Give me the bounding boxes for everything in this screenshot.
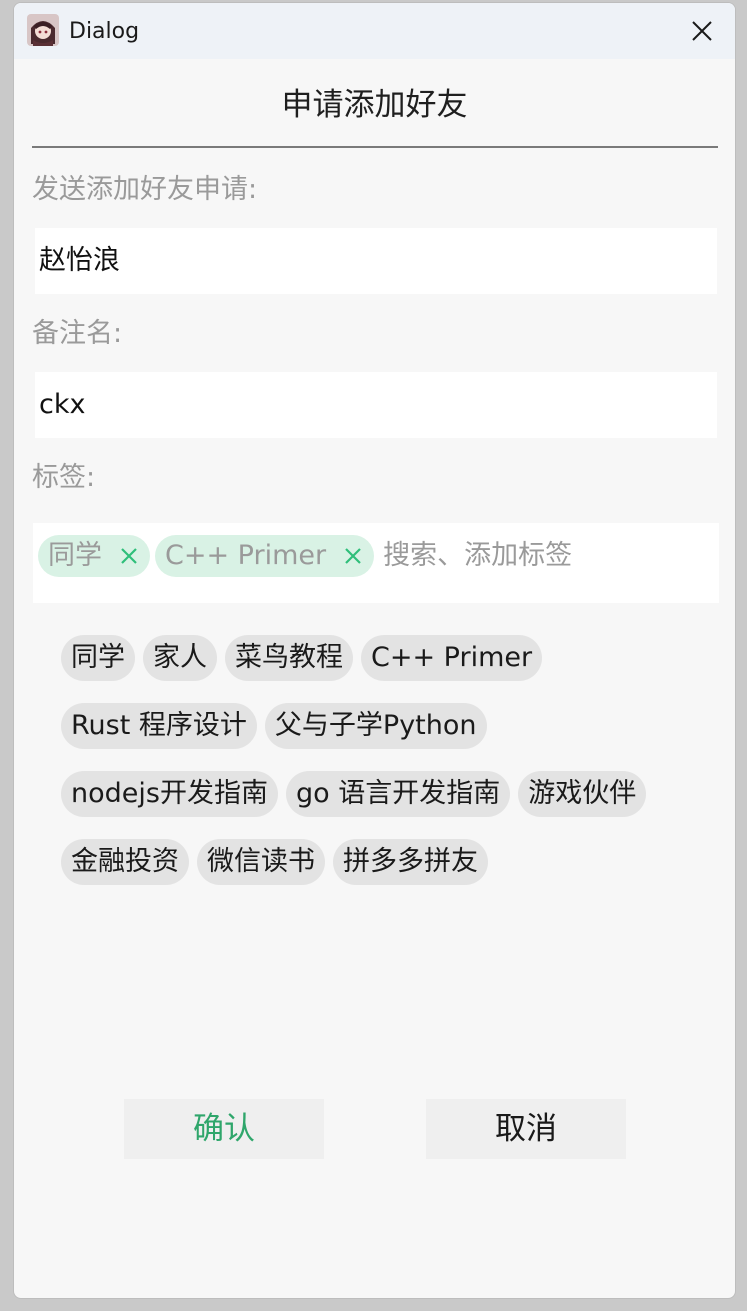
tag-chip[interactable]: 菜鸟教程 — [225, 635, 353, 681]
tag-chip[interactable]: go 语言开发指南 — [285, 771, 511, 817]
confirm-button[interactable]: 确认 — [124, 1099, 324, 1159]
tag-chip[interactable]: 游戏伙伴 — [518, 771, 647, 817]
tag-input-box[interactable]: 同学 C++ Primer — [33, 523, 719, 603]
selected-tag-label: 同学 — [48, 540, 102, 571]
close-window-button[interactable] — [669, 3, 735, 59]
tag-chip[interactable]: 微信读书 — [197, 839, 325, 885]
send-request-label: 发送添加好友申请: — [32, 174, 258, 205]
dialog-heading: 申请添加好友 — [281, 87, 468, 123]
tag-chip[interactable]: 同学 — [61, 635, 135, 681]
close-icon — [692, 21, 712, 41]
tag-chip[interactable]: Rust 程序设计 — [61, 703, 257, 749]
tag-chip[interactable]: 拼多多拼友 — [333, 839, 488, 885]
tag-chip[interactable]: C++ Primer — [361, 635, 543, 681]
tag-chip[interactable]: nodejs开发指南 — [61, 771, 278, 817]
remark-input[interactable] — [35, 372, 717, 438]
app-avatar-icon — [27, 14, 59, 46]
dialog-window: Dialog 申请添加好友 发送添加好友申请: 备注名: 标签: 同学 C++ … — [13, 2, 736, 1299]
title-bar: Dialog — [14, 3, 735, 59]
tags-label: 标签: — [32, 462, 96, 493]
tag-search-input[interactable] — [379, 535, 584, 577]
selected-tag-label: C++ Primer — [165, 540, 327, 571]
tag-chip[interactable]: 家人 — [143, 635, 217, 681]
tag-row: 同学 家人 菜鸟教程 C++ Primer — [61, 635, 701, 683]
close-icon — [345, 548, 361, 564]
tag-row: Rust 程序设计 父与子学Python — [61, 703, 701, 751]
send-request-input[interactable] — [35, 228, 717, 294]
remove-tag-button[interactable] — [340, 543, 366, 569]
tag-row: nodejs开发指南 go 语言开发指南 游戏伙伴 — [61, 771, 701, 819]
available-tags: 同学 家人 菜鸟教程 C++ Primer Rust 程序设计 父与子学Pyth… — [61, 635, 701, 907]
selected-tag: C++ Primer — [155, 535, 375, 577]
tag-row: 金融投资 微信读书 拼多多拼友 — [61, 839, 701, 887]
close-icon — [121, 548, 137, 564]
heading-divider — [32, 146, 718, 148]
cancel-button[interactable]: 取消 — [426, 1099, 626, 1159]
window-title: Dialog — [69, 19, 140, 44]
remark-label: 备注名: — [32, 318, 123, 349]
remove-tag-button[interactable] — [116, 543, 142, 569]
tag-chip[interactable]: 父与子学Python — [264, 703, 487, 749]
tag-chip[interactable]: 金融投资 — [61, 839, 189, 885]
selected-tag: 同学 — [38, 535, 150, 577]
